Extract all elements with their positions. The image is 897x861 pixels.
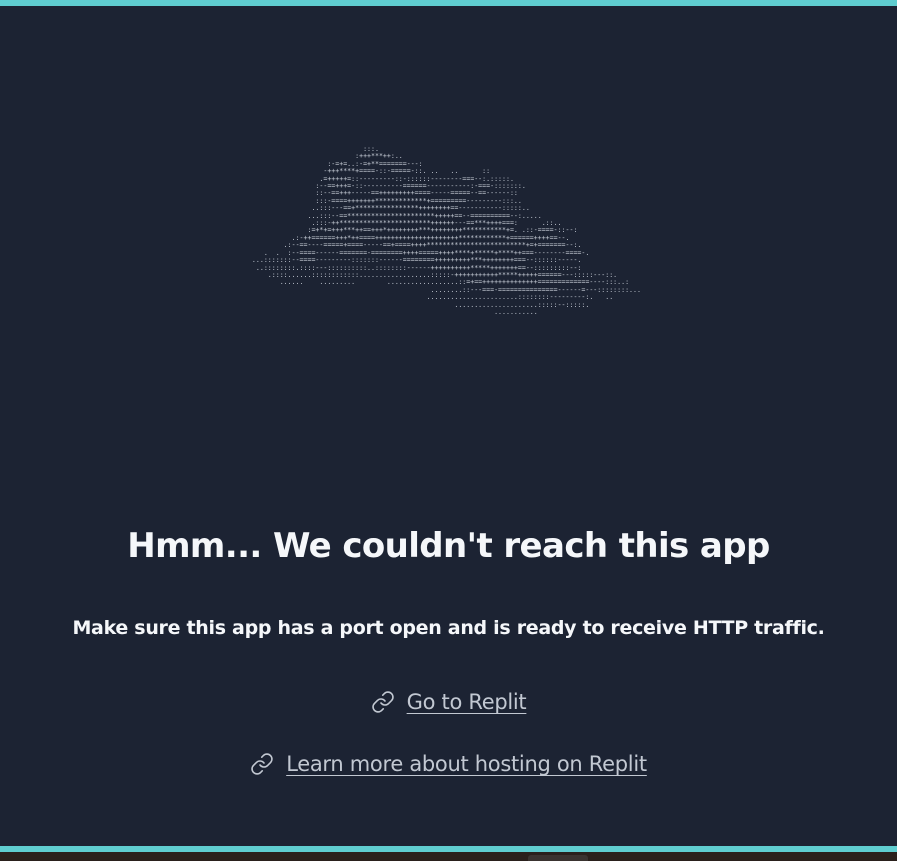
bottom-tab-stub — [528, 855, 588, 861]
bottom-window-strip — [0, 852, 897, 861]
link-icon — [251, 753, 273, 775]
error-page: :::. :+++***++:.. :-=+=..:-=+**=======--… — [0, 0, 897, 861]
go-to-replit-row: Go to Replit — [0, 690, 897, 714]
link-icon — [371, 691, 394, 713]
page-title: Hmm... We couldn't reach this app — [127, 526, 770, 566]
go-to-replit-link[interactable]: Go to Replit — [407, 690, 527, 714]
page-subtitle: Make sure this app has a port open and i… — [72, 617, 825, 639]
top-accent-border — [0, 0, 897, 6]
ascii-cloud-art: :::. :+++***++:.. :-=+=..:-=+**=======--… — [251, 145, 641, 316]
learn-hosting-link[interactable]: Learn more about hosting on Replit — [286, 752, 647, 776]
hosting-docs-row: Learn more about hosting on Replit — [0, 752, 897, 776]
